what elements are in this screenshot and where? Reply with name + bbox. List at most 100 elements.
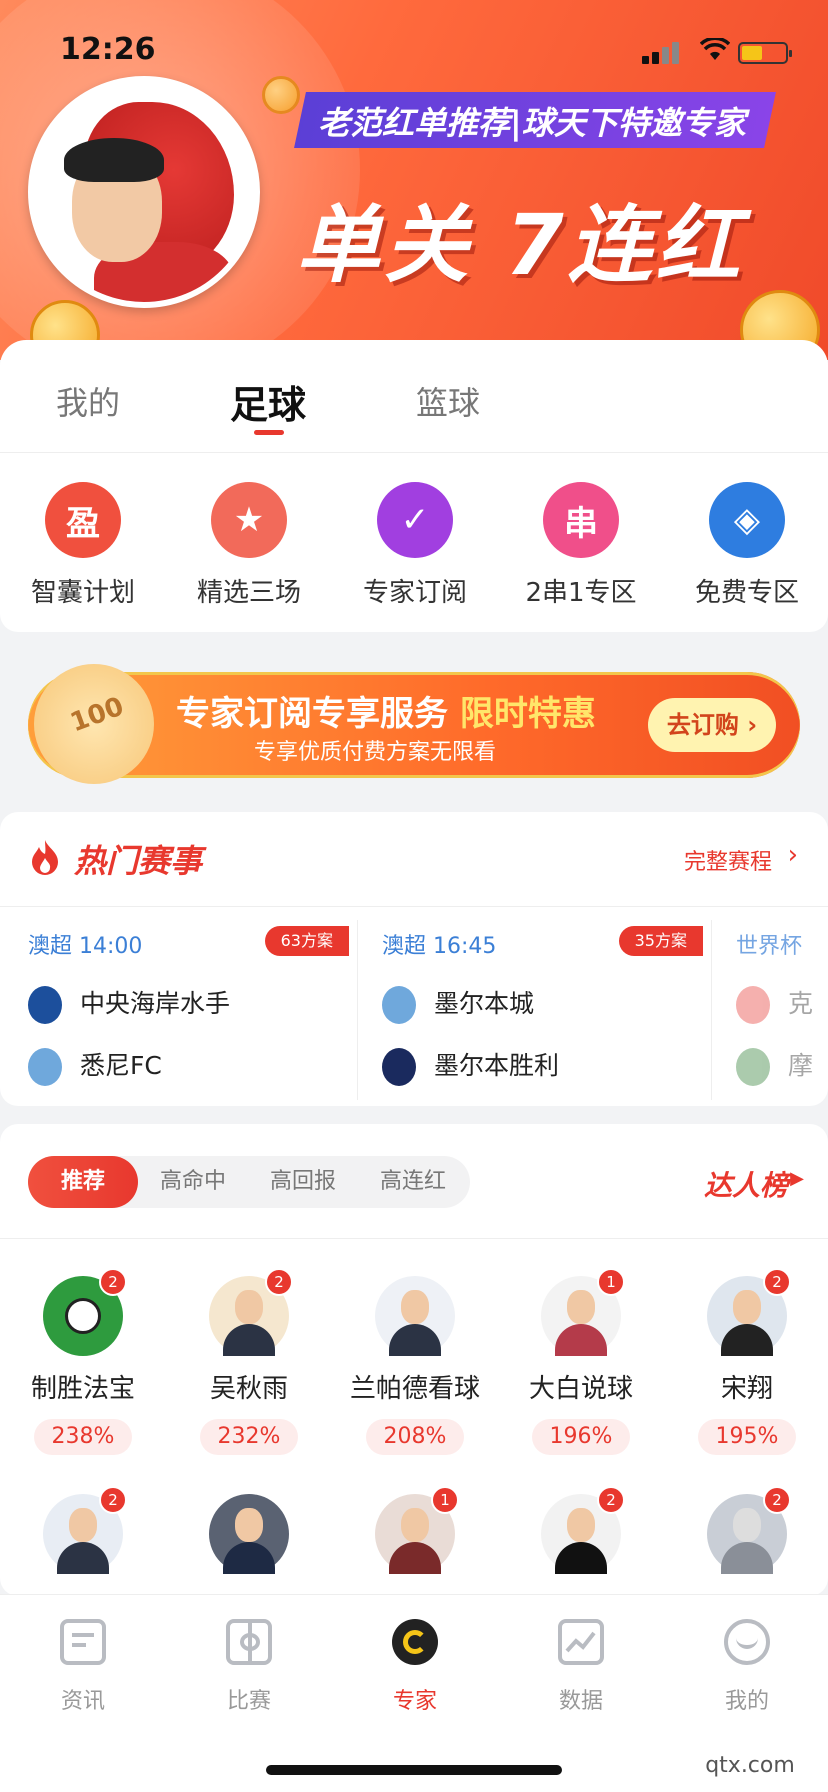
promo-highlight: 限时特惠 <box>459 694 596 734</box>
team-logo-icon <box>28 1048 62 1086</box>
new-plan-badge: 1 <box>597 1268 625 1296</box>
profile-icon <box>724 1619 770 1665</box>
banner-ribbon-text: 老范红单推荐|球天下特邀专家 <box>318 104 746 142</box>
expert-avatar: 1 <box>541 1268 625 1356</box>
hot-matches-title: 热门赛事 <box>74 842 203 880</box>
expert-avatar: 2 <box>707 1486 791 1574</box>
new-plan-badge: 2 <box>265 1268 293 1296</box>
tab-mine[interactable]: 我的 <box>56 378 120 424</box>
match-card[interactable]: 世界杯 克 摩 <box>736 920 828 1100</box>
expert-avatar <box>375 1276 455 1356</box>
new-plan-badge: 2 <box>99 1268 127 1296</box>
expert-avatar: 2 <box>43 1486 127 1574</box>
expert-avatar <box>209 1494 289 1574</box>
team-logo-icon <box>736 986 770 1024</box>
expert-item[interactable]: 2 制胜法宝 238% <box>0 1268 166 1455</box>
signal-icon <box>642 42 682 64</box>
expert-filter-tabs: 推荐 高命中 高回报 高连红 <box>28 1156 470 1208</box>
coin-icon <box>262 76 300 114</box>
battery-icon <box>738 42 792 64</box>
money-icon <box>34 664 154 784</box>
full-schedule-link[interactable]: 完整赛程 <box>684 844 772 876</box>
expert-avatar: 1 <box>375 1486 459 1574</box>
expert-item[interactable]: 兰帕德看球 208% <box>332 1276 498 1455</box>
plan-count-badge: 35方案 <box>618 926 703 956</box>
nav-data[interactable]: 数据 <box>498 1619 664 1715</box>
nav-news[interactable]: 资讯 <box>0 1619 166 1715</box>
quick-link-wisdom-plan[interactable]: 盈 智囊计划 <box>0 482 166 609</box>
team-logo-icon <box>382 1048 416 1086</box>
team-logo-icon <box>28 986 62 1024</box>
new-plan-badge: 2 <box>99 1486 127 1514</box>
filter-high-return[interactable]: 高回报 <box>248 1156 358 1208</box>
return-rate: 195% <box>698 1419 796 1455</box>
expert-avatar: 2 <box>43 1268 127 1356</box>
match-icon <box>226 1619 272 1665</box>
football-icon <box>65 1298 101 1334</box>
watermark: qtx.com <box>672 1740 828 1792</box>
expert-avatar: 2 <box>209 1268 293 1356</box>
return-rate: 232% <box>200 1419 298 1455</box>
expert-banner-avatar <box>28 76 260 308</box>
parlay-icon: 串 <box>543 482 619 558</box>
tab-football[interactable]: 足球 <box>230 374 306 429</box>
promo-title: 专家订阅专享服务 <box>176 694 448 734</box>
new-plan-badge: 2 <box>763 1486 791 1514</box>
hot-matches-card: 热门赛事 完整赛程 › 澳超 14:00 63方案 中央海岸水手 悉尼FC 澳超… <box>0 812 828 1106</box>
filter-high-streak[interactable]: 高连红 <box>358 1156 468 1208</box>
expert-item[interactable]: 2 <box>498 1486 664 1574</box>
promo-subtitle: 专享优质付费方案无限看 <box>254 740 497 765</box>
data-chart-icon <box>558 1619 604 1665</box>
quick-link-parlay[interactable]: 串 2串1专区 <box>498 482 664 609</box>
team-logo-icon <box>736 1048 770 1086</box>
quick-link-selected-three[interactable]: ★ 精选三场 <box>166 482 332 609</box>
match-card[interactable]: 澳超 16:45 35方案 墨尔本城 墨尔本胜利 <box>382 920 712 1100</box>
play-arrow-icon: ▶ <box>790 1168 804 1189</box>
experts-card: 推荐 高命中 高回报 高连红 达人榜 ▶ 2 制胜法宝 238% 2 吴秋雨 2… <box>0 1124 828 1596</box>
home-indicator[interactable] <box>266 1765 562 1775</box>
new-plan-badge: 1 <box>431 1486 459 1514</box>
expert-subscribe-icon: ✓ <box>377 482 453 558</box>
match-card[interactable]: 澳超 14:00 63方案 中央海岸水手 悉尼FC <box>28 920 358 1100</box>
chevron-right-icon[interactable]: › <box>788 840 798 870</box>
banner-headline: 单关 7连红 <box>296 196 744 294</box>
free-tag-icon: ◈ <box>709 482 785 558</box>
status-time: 12:26 <box>60 32 156 67</box>
expert-avatar: 2 <box>707 1268 791 1356</box>
expert-item[interactable]: 2 <box>0 1486 166 1574</box>
return-rate: 208% <box>366 1419 464 1455</box>
expert-item[interactable] <box>166 1494 332 1574</box>
filter-high-hit[interactable]: 高命中 <box>138 1156 248 1208</box>
nav-match[interactable]: 比赛 <box>166 1619 332 1715</box>
tab-basketball[interactable]: 篮球 <box>416 378 480 424</box>
expert-item[interactable]: 1 <box>332 1486 498 1574</box>
expert-item[interactable]: 2 宋翔 195% <box>664 1268 828 1455</box>
nav-expert[interactable]: 专家 <box>332 1619 498 1715</box>
team-logo-icon <box>382 986 416 1024</box>
leaderboard-link[interactable]: 达人榜 <box>704 1164 788 1204</box>
subscription-promo-banner[interactable]: 专家订阅专享服务 限时特惠 专享优质付费方案无限看 去订购 › <box>28 664 800 784</box>
quick-link-free[interactable]: ◈ 免费专区 <box>664 482 828 609</box>
subscribe-button[interactable]: 去订购 › <box>648 698 776 752</box>
expert-item[interactable]: 2 <box>664 1486 828 1574</box>
filter-recommend[interactable]: 推荐 <box>28 1156 138 1208</box>
quick-link-expert-subscribe[interactable]: ✓ 专家订阅 <box>332 482 498 609</box>
return-rate: 196% <box>532 1419 630 1455</box>
category-card: 我的 足球 篮球 盈 智囊计划 ★ 精选三场 ✓ 专家订阅 串 2串1专区 ◈ … <box>0 340 828 632</box>
expert-icon <box>392 1619 438 1665</box>
return-rate: 238% <box>34 1419 132 1455</box>
plan-count-badge: 63方案 <box>264 926 349 956</box>
expert-item[interactable]: 1 大白说球 196% <box>498 1268 664 1455</box>
nav-profile[interactable]: 我的 <box>664 1619 828 1715</box>
news-icon <box>60 1619 106 1665</box>
wifi-icon <box>699 36 731 69</box>
wisdom-plan-icon: 盈 <box>45 482 121 558</box>
flame-icon <box>28 838 62 885</box>
active-tab-indicator <box>254 430 284 435</box>
new-plan-badge: 2 <box>763 1268 791 1296</box>
status-bar: 12:26 <box>0 28 828 72</box>
new-plan-badge: 2 <box>597 1486 625 1514</box>
expert-avatar: 2 <box>541 1486 625 1574</box>
star-icon: ★ <box>211 482 287 558</box>
expert-item[interactable]: 2 吴秋雨 232% <box>166 1268 332 1455</box>
